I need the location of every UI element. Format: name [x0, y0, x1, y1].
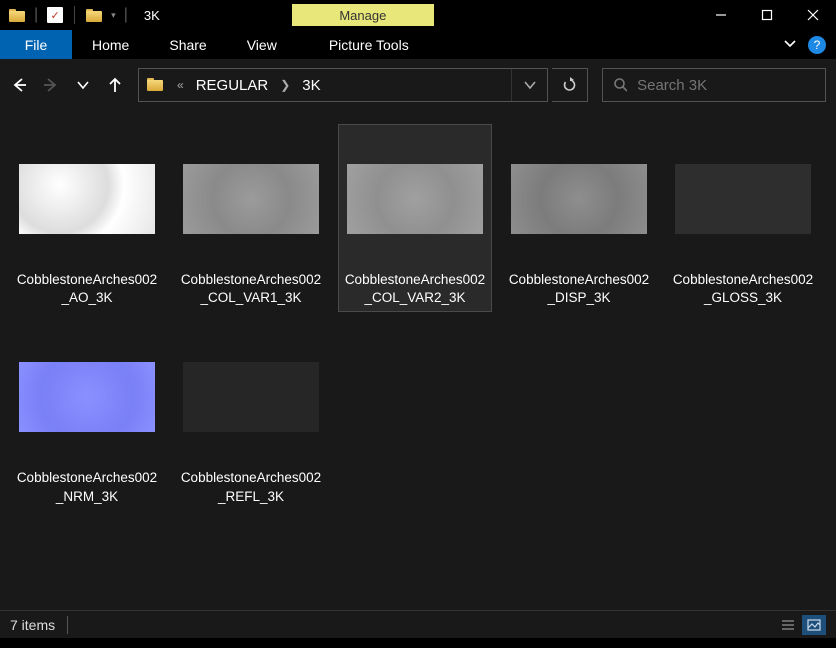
search-icon — [613, 77, 627, 93]
tab-picture-tools[interactable]: Picture Tools — [309, 30, 429, 59]
address-folder-icon[interactable] — [139, 69, 173, 101]
file-thumbnail — [342, 129, 488, 269]
up-button[interactable] — [106, 76, 124, 94]
file-item-4[interactable]: CobblestoneArches002_GLOSS_3K — [666, 124, 820, 312]
quick-access-toolbar: | ✓ ▾ | — [0, 6, 130, 24]
status-bar: 7 items — [0, 610, 836, 638]
history-dropdown[interactable] — [74, 76, 92, 94]
qat-divider — [74, 6, 75, 24]
breadcrumb-3k[interactable]: 3K — [294, 69, 328, 101]
folder-type-icon — [8, 6, 26, 24]
address-bar[interactable]: « REGULAR ❯ 3K — [138, 68, 548, 102]
breadcrumb-label: REGULAR — [196, 77, 269, 94]
file-name-label: CobblestoneArches002_COL_VAR2_3K — [343, 271, 487, 307]
texture-thumb-icon — [511, 164, 647, 234]
file-item-5[interactable]: CobblestoneArches002_NRM_3K — [10, 322, 164, 510]
texture-thumb-icon — [19, 164, 155, 234]
ribbon-tabs: File Home Share View Picture Tools ? — [0, 30, 836, 60]
ribbon-expand-icon[interactable] — [782, 35, 798, 55]
qat-separator: | — [34, 6, 38, 24]
file-name-label: CobblestoneArches002_REFL_3K — [179, 469, 323, 505]
tab-home[interactable]: Home — [72, 30, 149, 59]
search-input[interactable] — [637, 77, 815, 94]
forward-button[interactable] — [42, 76, 60, 94]
file-name-label: CobblestoneArches002_NRM_3K — [15, 469, 159, 505]
texture-thumb-icon — [19, 362, 155, 432]
help-button[interactable]: ? — [808, 36, 826, 54]
breadcrumb-overflow[interactable]: « — [173, 78, 188, 92]
back-button[interactable] — [10, 76, 28, 94]
maximize-button[interactable] — [744, 0, 790, 30]
file-tab[interactable]: File — [0, 30, 72, 59]
minimize-button[interactable] — [698, 0, 744, 30]
window-controls — [698, 0, 836, 30]
app-folder-icon — [85, 6, 103, 24]
item-count: 7 items — [10, 617, 55, 633]
file-item-6[interactable]: CobblestoneArches002_REFL_3K — [174, 322, 328, 510]
texture-thumb-icon — [675, 164, 811, 234]
thumbnail-view-button[interactable] — [802, 615, 826, 635]
texture-thumb-icon — [183, 164, 319, 234]
file-name-label: CobblestoneArches002_DISP_3K — [507, 271, 651, 307]
breadcrumb-regular[interactable]: REGULAR — [188, 69, 277, 101]
tab-share[interactable]: Share — [149, 30, 226, 59]
file-grid[interactable]: CobblestoneArches002_AO_3K CobblestoneArc… — [0, 110, 836, 610]
file-item-2[interactable]: CobblestoneArches002_COL_VAR2_3K — [338, 124, 492, 312]
properties-icon[interactable]: ✓ — [46, 6, 64, 24]
file-thumbnail — [506, 129, 652, 269]
file-item-3[interactable]: CobblestoneArches002_DISP_3K — [502, 124, 656, 312]
file-thumbnail — [178, 327, 324, 467]
context-tab-header[interactable]: Manage — [292, 4, 434, 26]
view-toggle — [776, 615, 826, 635]
file-name-label: CobblestoneArches002_AO_3K — [15, 271, 159, 307]
file-thumbnail — [14, 327, 160, 467]
refresh-button[interactable] — [552, 68, 588, 102]
file-thumbnail — [670, 129, 816, 269]
navigation-bar: « REGULAR ❯ 3K — [0, 60, 836, 110]
breadcrumb-chevron-icon[interactable]: ❯ — [276, 78, 294, 92]
nav-buttons — [10, 76, 134, 94]
qat-separator: | — [124, 6, 128, 24]
file-name-label: CobblestoneArches002_COL_VAR1_3K — [179, 271, 323, 307]
file-item-1[interactable]: CobblestoneArches002_COL_VAR1_3K — [174, 124, 328, 312]
texture-thumb-icon — [347, 164, 483, 234]
window-title: 3K — [144, 8, 160, 23]
title-bar: | ✓ ▾ | 3K Manage — [0, 0, 836, 30]
file-item-0[interactable]: CobblestoneArches002_AO_3K — [10, 124, 164, 312]
tab-view[interactable]: View — [227, 30, 297, 59]
address-history-dropdown[interactable] — [511, 69, 547, 101]
breadcrumb-label: 3K — [302, 77, 320, 94]
file-thumbnail — [178, 129, 324, 269]
close-button[interactable] — [790, 0, 836, 30]
texture-thumb-icon — [183, 362, 319, 432]
qat-dropdown-icon[interactable]: ▾ — [111, 10, 116, 21]
file-name-label: CobblestoneArches002_GLOSS_3K — [671, 271, 815, 307]
search-box[interactable] — [602, 68, 826, 102]
file-thumbnail — [14, 129, 160, 269]
details-view-button[interactable] — [776, 615, 800, 635]
status-separator — [67, 616, 68, 634]
